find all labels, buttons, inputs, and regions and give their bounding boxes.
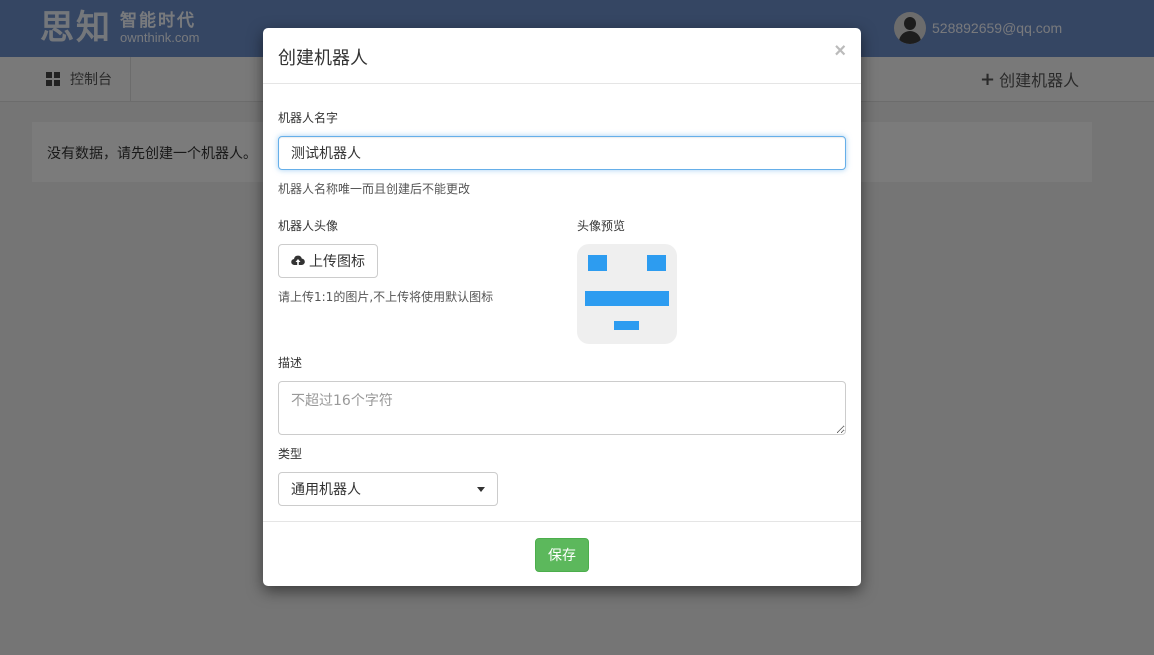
type-label: 类型 (278, 447, 303, 461)
avatar-help: 请上传1:1的图片,不上传将使用默认图标 (278, 290, 494, 304)
robot-face-icon (585, 255, 669, 330)
create-robot-modal: 创建机器人 × 机器人名字 机器人名称唯一而且创建后不能更改 机器人头像 上传图… (263, 28, 861, 586)
upload-icon-button[interactable]: 上传图标 (278, 244, 378, 278)
robot-name-help: 机器人名称唯一而且创建后不能更改 (278, 182, 471, 196)
save-button[interactable]: 保存 (535, 538, 589, 572)
modal-title: 创建机器人 (278, 48, 368, 69)
robot-name-label: 机器人名字 (278, 111, 339, 125)
type-select-value: 通用机器人 (291, 482, 361, 498)
modal-footer: 保存 (263, 521, 861, 586)
chevron-down-icon (477, 486, 485, 492)
description-label: 描述 (278, 356, 303, 370)
description-textarea[interactable] (278, 381, 846, 435)
avatar-preview-label: 头像预览 (577, 219, 626, 233)
robot-avatar-label: 机器人头像 (278, 219, 339, 233)
close-button[interactable]: × (834, 40, 846, 63)
modal-header: 创建机器人 × (263, 28, 861, 84)
upload-icon-label: 上传图标 (309, 254, 365, 270)
avatar-preview (577, 244, 677, 344)
robot-name-input[interactable] (278, 136, 846, 170)
type-select[interactable]: 通用机器人 (278, 472, 498, 506)
cloud-upload-icon (291, 254, 305, 268)
